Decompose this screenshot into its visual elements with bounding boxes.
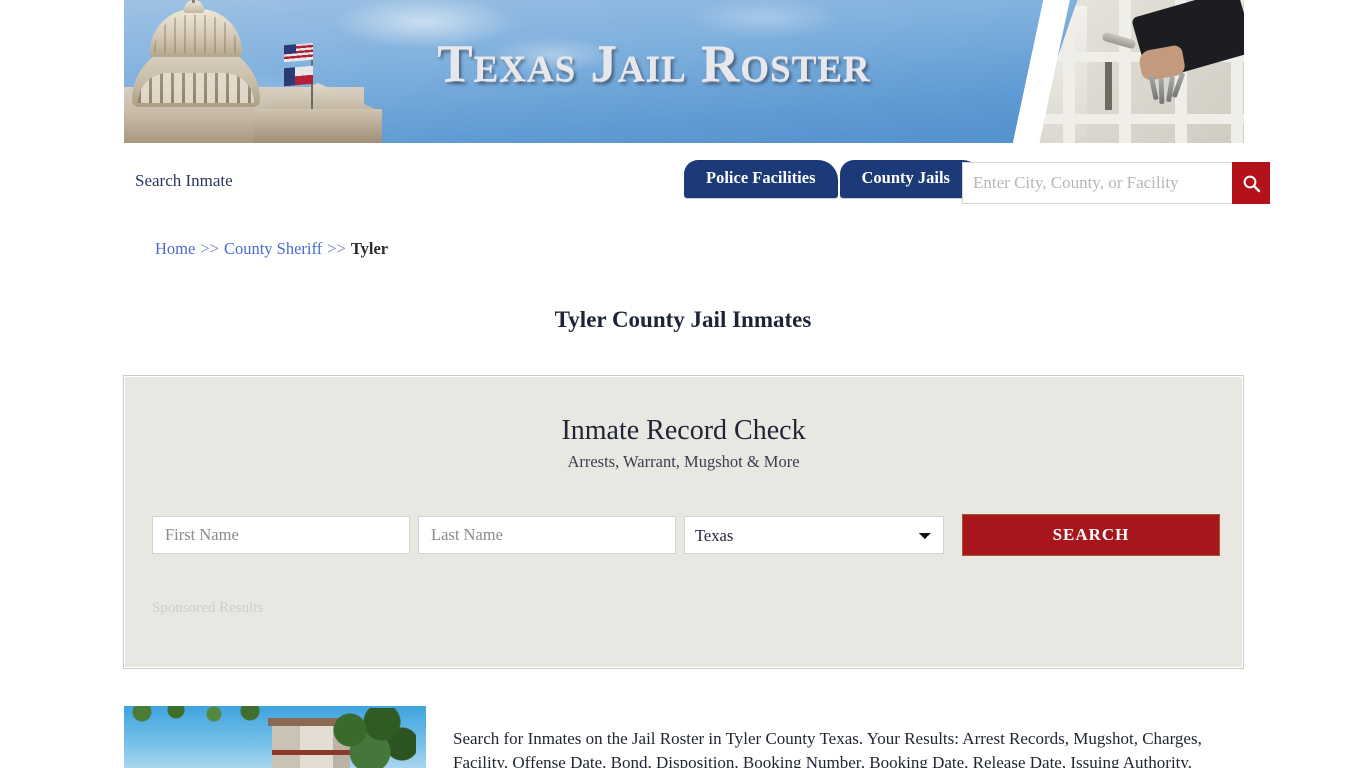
facility-search [962, 162, 1270, 204]
facility-search-input[interactable] [962, 162, 1232, 204]
county-description-text: Search for Inmates on the Jail Roster in… [453, 729, 1202, 768]
page-root: Texas Jail Roster Search Inmate Police F… [0, 0, 1366, 768]
state-select[interactable]: Texas [684, 516, 944, 554]
site-banner: Texas Jail Roster [124, 0, 1244, 143]
inmate-search-button[interactable]: SEARCH [962, 514, 1220, 556]
site-title: Texas Jail Roster [437, 35, 871, 93]
breadcrumb-separator-2: >> [327, 239, 346, 258]
breadcrumb-separator-1: >> [200, 239, 219, 258]
courthouse-thumbnail-image [124, 706, 426, 768]
breadcrumb-home[interactable]: Home [155, 239, 195, 258]
nav-search-inmate-link[interactable]: Search Inmate [135, 171, 233, 191]
breadcrumb-county-sheriff[interactable]: County Sheriff [224, 239, 322, 258]
panel-title: Inmate Record Check [561, 415, 806, 446]
inmate-record-check-panel: Inmate Record Check Arrests, Warrant, Mu… [123, 375, 1244, 669]
panel-subtitle: Arrests, Warrant, Mugshot & More [567, 452, 800, 471]
navigation-bar: Search Inmate Police Facilities County J… [124, 143, 1270, 223]
page-title: Tyler County Jail Inmates [554, 307, 812, 333]
breadcrumb-current: Tyler [350, 239, 389, 258]
first-name-input[interactable] [152, 516, 410, 554]
nav-tabs: Police Facilities County Jails [684, 160, 984, 198]
facility-search-button[interactable] [1232, 162, 1270, 204]
search-icon [1242, 174, 1261, 193]
last-name-input[interactable] [418, 516, 676, 554]
sponsored-results-label: Sponsored Results [152, 600, 264, 616]
tab-police-facilities[interactable]: Police Facilities [684, 160, 838, 198]
breadcrumb: Home >> County Sheriff >> Tyler [155, 239, 388, 259]
inmate-search-form: Texas SEARCH [152, 514, 1220, 556]
